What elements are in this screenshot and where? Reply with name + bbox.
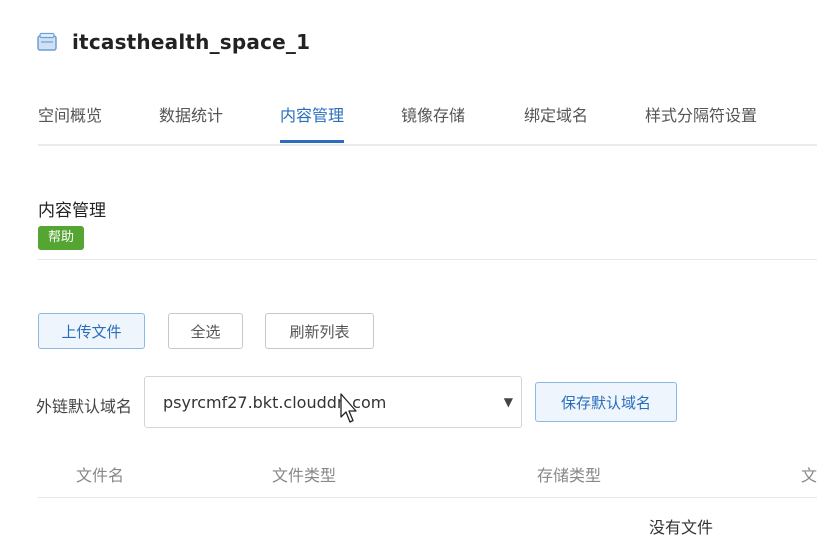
mouse-cursor-icon [340, 393, 357, 423]
tab-bind-domain[interactable]: 绑定域名 [524, 102, 588, 140]
column-header-truncated: 文 [801, 466, 817, 485]
empty-state-text: 没有文件 [649, 518, 714, 537]
tab-data-stats[interactable]: 数据统计 [159, 102, 223, 140]
table-divider [38, 497, 817, 498]
domain-select[interactable]: psyrcmf27.bkt.clouddn.com ▼ [144, 376, 522, 428]
help-button[interactable]: 帮助 [38, 226, 85, 250]
page-header: itcasthealth_space_1 [36, 30, 310, 54]
section-title: 内容管理 [38, 201, 106, 221]
select-all-button[interactable]: 全选 [168, 313, 243, 349]
caret-down-icon: ▼ [503, 395, 513, 409]
save-domain-button[interactable]: 保存默认域名 [535, 382, 677, 422]
column-header-storage-type: 存储类型 [537, 466, 602, 485]
column-header-filename: 文件名 [76, 466, 125, 485]
column-header-filetype: 文件类型 [272, 466, 337, 485]
domain-label: 外链默认域名 [36, 397, 133, 416]
section-divider [38, 259, 817, 260]
tab-style-separator[interactable]: 样式分隔符设置 [645, 102, 757, 140]
tab-content-management[interactable]: 内容管理 [280, 102, 345, 143]
upload-button[interactable]: 上传文件 [38, 313, 145, 349]
tab-space-overview[interactable]: 空间概览 [38, 102, 102, 140]
tab-mirror-storage[interactable]: 镜像存储 [401, 102, 465, 140]
tab-bar: 空间概览 数据统计 内容管理 镜像存储 绑定域名 样式分隔符设置 [38, 92, 817, 146]
page-title: itcasthealth_space_1 [72, 30, 311, 54]
bucket-icon [37, 32, 57, 51]
refresh-button[interactable]: 刷新列表 [265, 313, 374, 349]
